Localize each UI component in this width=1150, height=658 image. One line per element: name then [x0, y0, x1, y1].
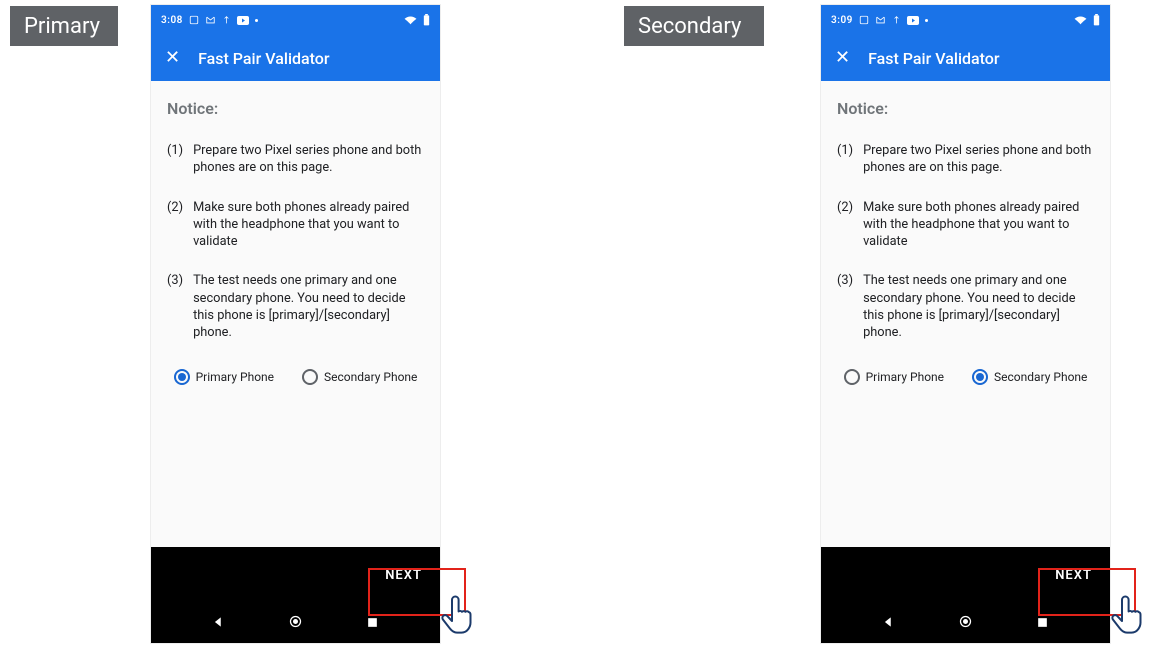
content-area: Notice: Prepare two Pixel series phone a… — [151, 81, 440, 547]
youtube-icon — [237, 16, 249, 25]
pointer-hand-icon — [438, 594, 478, 644]
status-time: 3:08 — [161, 15, 183, 26]
nav-back-icon[interactable] — [882, 614, 896, 633]
wifi-icon — [1074, 15, 1087, 25]
battery-icon — [423, 14, 430, 26]
screenshot-icon — [859, 15, 869, 25]
content-area: Notice: Prepare two Pixel series phone a… — [821, 81, 1110, 547]
more-dot-icon — [925, 19, 928, 22]
radio-primary-phone[interactable]: Primary Phone — [174, 369, 274, 385]
radio-label: Secondary Phone — [994, 370, 1087, 384]
radio-label: Primary Phone — [196, 370, 274, 384]
youtube-icon — [907, 16, 919, 25]
app-title: Fast Pair Validator — [868, 49, 999, 68]
battery-icon — [1093, 14, 1100, 26]
more-dot-icon — [255, 19, 258, 22]
app-bar: ✕ Fast Pair Validator — [151, 35, 440, 81]
close-icon[interactable]: ✕ — [165, 49, 180, 67]
bottom-bar: NEXT — [151, 547, 440, 603]
next-button[interactable]: NEXT — [385, 568, 422, 583]
gmail-icon — [875, 15, 886, 25]
antenna-icon — [222, 15, 231, 25]
notice-item: Make sure both phones already paired wit… — [837, 199, 1094, 251]
label-primary: Primary — [10, 6, 118, 46]
notice-item: The test needs one primary and one secon… — [837, 272, 1094, 341]
close-icon[interactable]: ✕ — [835, 49, 850, 67]
status-bar: 3:08 — [151, 5, 440, 35]
notice-item: The test needs one primary and one secon… — [167, 272, 424, 341]
radio-label: Secondary Phone — [324, 370, 417, 384]
nav-back-icon[interactable] — [212, 614, 226, 633]
notice-heading: Notice: — [837, 99, 1094, 118]
android-nav-bar — [821, 603, 1110, 643]
android-nav-bar — [151, 603, 440, 643]
label-secondary: Secondary — [624, 6, 764, 46]
notice-heading: Notice: — [167, 99, 424, 118]
radio-label: Primary Phone — [866, 370, 944, 384]
nav-home-icon[interactable] — [288, 614, 303, 633]
gmail-icon — [205, 15, 216, 25]
app-title: Fast Pair Validator — [198, 49, 329, 68]
phone-primary: 3:08 ✕ Fast Pair Validato — [150, 4, 441, 644]
notice-list: Prepare two Pixel series phone and both … — [167, 142, 424, 341]
pointer-hand-icon — [1108, 594, 1148, 644]
antenna-icon — [892, 15, 901, 25]
app-bar: ✕ Fast Pair Validator — [821, 35, 1110, 81]
radio-icon — [302, 369, 318, 385]
radio-icon — [972, 369, 988, 385]
next-button[interactable]: NEXT — [1055, 568, 1092, 583]
radio-icon — [174, 369, 190, 385]
radio-secondary-phone[interactable]: Secondary Phone — [972, 369, 1087, 385]
notice-item: Make sure both phones already paired wit… — [167, 199, 424, 251]
notice-item: Prepare two Pixel series phone and both … — [837, 142, 1094, 177]
wifi-icon — [404, 15, 417, 25]
radio-group: Primary Phone Secondary Phone — [167, 369, 424, 385]
nav-recents-icon[interactable] — [366, 614, 379, 633]
radio-icon — [844, 369, 860, 385]
nav-recents-icon[interactable] — [1036, 614, 1049, 633]
radio-primary-phone[interactable]: Primary Phone — [844, 369, 944, 385]
status-time: 3:09 — [831, 15, 853, 26]
notice-item: Prepare two Pixel series phone and both … — [167, 142, 424, 177]
radio-secondary-phone[interactable]: Secondary Phone — [302, 369, 417, 385]
radio-group: Primary Phone Secondary Phone — [837, 369, 1094, 385]
notice-list: Prepare two Pixel series phone and both … — [837, 142, 1094, 341]
bottom-bar: NEXT — [821, 547, 1110, 603]
phone-secondary: 3:09 ✕ Fast Pair Validato — [820, 4, 1111, 644]
nav-home-icon[interactable] — [958, 614, 973, 633]
status-bar: 3:09 — [821, 5, 1110, 35]
screenshot-icon — [189, 15, 199, 25]
